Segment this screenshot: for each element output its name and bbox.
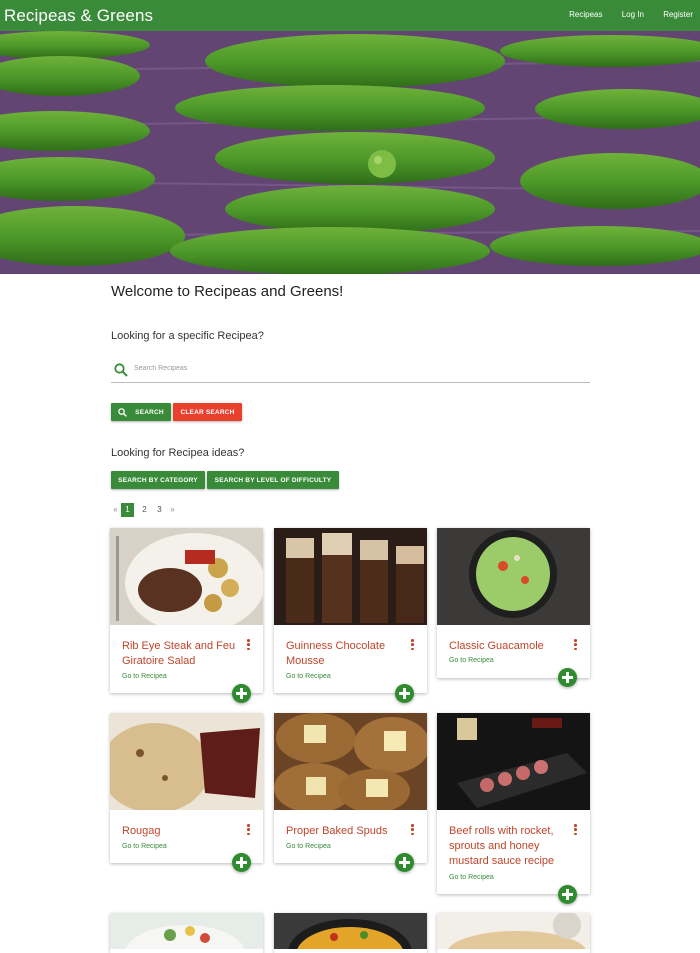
recipe-image-guacamole[interactable] (437, 528, 590, 625)
add-button[interactable] (558, 885, 577, 904)
nav-link-login[interactable]: Log In (622, 10, 644, 19)
more-vert-icon[interactable] (247, 639, 251, 652)
plus-icon (399, 857, 410, 868)
nav-links: Recipeas Log In Register (552, 10, 693, 19)
hero-image (0, 31, 700, 274)
search-button-label: Search (135, 408, 164, 416)
nav-link-register[interactable]: Register (663, 10, 693, 19)
more-vert-icon[interactable] (411, 824, 415, 837)
add-button[interactable] (232, 684, 251, 703)
recipe-card: Rib Eye Steak and Feu Giratoire Salad Go… (110, 528, 263, 703)
recipe-image-steak[interactable] (110, 528, 263, 625)
recipe-image-salad[interactable] (110, 913, 263, 949)
recipe-card-title[interactable]: Guinness Chocolate Mousse (286, 639, 401, 669)
recipe-image-guinness[interactable] (274, 528, 427, 625)
search-heading: Looking for a specific Recipea? (111, 330, 264, 342)
plus-icon (399, 688, 410, 699)
more-vert-icon[interactable] (574, 824, 578, 837)
brand-logo[interactable]: Recipeas & Greens (4, 6, 153, 26)
recipe-card (437, 913, 590, 953)
add-button[interactable] (558, 668, 577, 687)
recipe-card-title[interactable]: Classic Guacamole (449, 639, 564, 654)
recipe-card: Proper Baked Spuds Go to Recipea (274, 713, 427, 872)
go-to-recipea-link[interactable]: Go to Recipea (122, 673, 167, 680)
pagination-page-1[interactable]: 1 (121, 502, 134, 517)
search-by-category-button[interactable]: Search by Category (111, 471, 205, 489)
recipe-card (110, 913, 263, 953)
recipe-card (274, 913, 427, 953)
more-vert-icon[interactable] (574, 639, 578, 652)
search-icon (118, 407, 128, 417)
add-button[interactable] (395, 684, 414, 703)
go-to-recipea-link[interactable]: Go to Recipea (286, 843, 331, 850)
plus-icon (236, 688, 247, 699)
clear-search-button[interactable]: Clear Search (173, 403, 242, 421)
go-to-recipea-link[interactable]: Go to Recipea (449, 874, 494, 881)
recipe-card: Classic Guacamole Go to Recipea (437, 528, 590, 687)
welcome-heading: Welcome to Recipeas and Greens! (111, 283, 344, 300)
recipe-card-title[interactable]: Rougag (122, 824, 237, 839)
recipe-card: Guinness Chocolate Mousse Go to Recipea (274, 528, 427, 703)
pagination-prev[interactable]: « (110, 505, 121, 514)
recipe-image-rougag[interactable] (110, 713, 263, 810)
recipe-card-title[interactable]: Rib Eye Steak and Feu Giratoire Salad (122, 639, 237, 669)
recipe-card-title[interactable]: Beef rolls with rocket, sprouts and hone… (449, 824, 564, 869)
pagination-page-3[interactable]: 3 (152, 505, 167, 514)
go-to-recipea-link[interactable]: Go to Recipea (122, 843, 167, 850)
clear-search-label: Clear Search (180, 408, 235, 416)
more-vert-icon[interactable] (411, 639, 415, 652)
plus-icon (562, 889, 573, 900)
search-field (111, 360, 590, 383)
go-to-recipea-link[interactable]: Go to Recipea (449, 657, 494, 664)
pagination-next[interactable]: » (167, 505, 178, 514)
difficulty-button-label: Search by Level of Difficulty (214, 476, 332, 484)
pagination: « 1 2 3 » (110, 502, 178, 517)
recipe-image-paella[interactable] (274, 913, 427, 949)
recipe-image-baked-spuds[interactable] (274, 713, 427, 810)
search-button[interactable]: Search (111, 403, 171, 421)
recipe-image-beef-rolls[interactable] (437, 713, 590, 810)
ideas-heading: Looking for Recipea ideas? (111, 447, 245, 459)
plus-icon (236, 857, 247, 868)
search-icon (114, 363, 128, 377)
recipe-card: Beef rolls with rocket, sprouts and hone… (437, 713, 590, 904)
add-button[interactable] (232, 853, 251, 872)
search-input[interactable] (132, 364, 576, 373)
plus-icon (562, 672, 573, 683)
more-vert-icon[interactable] (247, 824, 251, 837)
recipe-image-flatbread[interactable] (437, 913, 590, 949)
recipe-card: Rougag Go to Recipea (110, 713, 263, 872)
nav-link-recipeas[interactable]: Recipeas (569, 10, 602, 19)
recipe-card-title[interactable]: Proper Baked Spuds (286, 824, 401, 839)
search-by-difficulty-button[interactable]: Search by Level of Difficulty (207, 471, 339, 489)
category-button-label: Search by Category (118, 476, 198, 484)
pagination-page-2[interactable]: 2 (137, 505, 152, 514)
navbar: Recipeas & Greens Recipeas Log In Regist… (0, 0, 700, 31)
add-button[interactable] (395, 853, 414, 872)
go-to-recipea-link[interactable]: Go to Recipea (286, 673, 331, 680)
